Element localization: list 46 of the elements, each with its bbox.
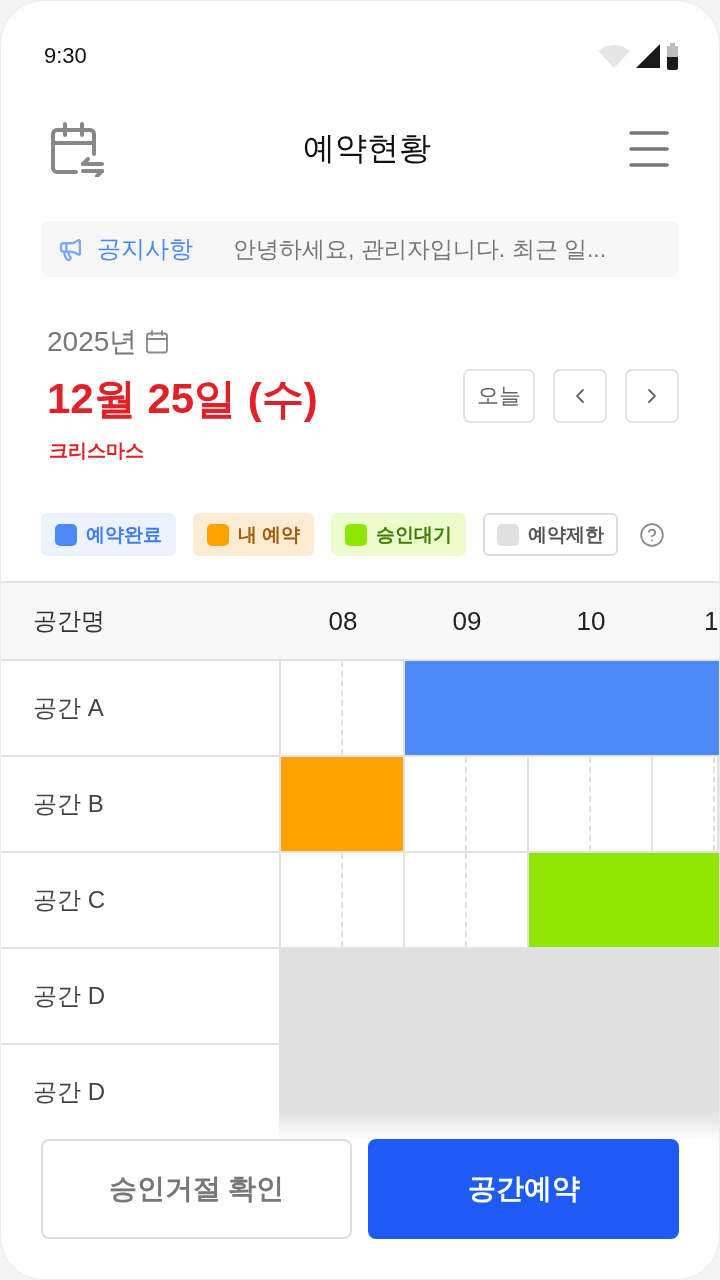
column-header: 10: [576, 605, 606, 637]
year-label: 2025년: [47, 325, 138, 359]
column-header: 공간명: [33, 606, 105, 636]
time-slot-cell[interactable]: [405, 757, 529, 853]
legend-label: 내 예약: [238, 522, 301, 547]
legend-label: 승인대기: [376, 522, 453, 547]
help-icon[interactable]: [639, 521, 666, 548]
column-header: 08: [328, 605, 358, 637]
wifi-icon: [598, 44, 630, 68]
status-time: 9:30: [44, 43, 87, 69]
restricted-block[interactable]: [281, 949, 719, 1139]
rejection-check-button[interactable]: 승인거절 확인: [41, 1139, 352, 1239]
selected-date: 12월 25일 (수): [47, 374, 318, 424]
time-slot-cell[interactable]: [281, 661, 405, 757]
space-name-cell: 공간 A: [1, 661, 281, 757]
legend-label: 예약완료: [86, 522, 162, 547]
space-name-cell: 공간 B: [1, 757, 281, 853]
booking-block[interactable]: [405, 661, 719, 757]
booking-block[interactable]: [529, 853, 719, 949]
date-picker-button[interactable]: [145, 330, 170, 354]
time-slot-cell[interactable]: [405, 853, 529, 949]
notice-text: 안녕하세요, 관리자입니다. 최근 일...: [233, 234, 607, 264]
space-name-cell: 공간 D: [1, 949, 281, 1045]
menu-icon: [629, 131, 669, 167]
next-button[interactable]: [625, 368, 679, 423]
holiday-name: 크리스마스: [48, 439, 144, 463]
booking-block[interactable]: [281, 757, 405, 853]
column-header: 09: [452, 605, 482, 637]
menu-button[interactable]: [629, 131, 669, 167]
previous-button[interactable]: [553, 368, 607, 423]
time-slot-cell[interactable]: [529, 757, 653, 853]
notice-label[interactable]: 공지사항: [97, 233, 193, 265]
battery-icon: [666, 42, 679, 70]
time-slot-cell[interactable]: [653, 757, 719, 853]
notice-bar[interactable]: 공지사항 안녕하세요, 관리자입니다. 최근 일...: [41, 221, 679, 277]
column-header: 1: [704, 605, 719, 637]
calendar-switch-button[interactable]: [49, 121, 105, 177]
today-button[interactable]: 오늘: [463, 368, 535, 423]
megaphone-icon: [58, 236, 83, 262]
page-title: 예약현황: [303, 129, 431, 168]
calendar-icon: [145, 330, 170, 354]
space-name-cell: 공간 C: [1, 853, 281, 949]
reserve-button[interactable]: 공간예약: [368, 1139, 679, 1239]
signal-icon: [636, 44, 660, 68]
legend-label: 예약제한: [528, 522, 605, 547]
time-slot-cell[interactable]: [281, 853, 405, 949]
